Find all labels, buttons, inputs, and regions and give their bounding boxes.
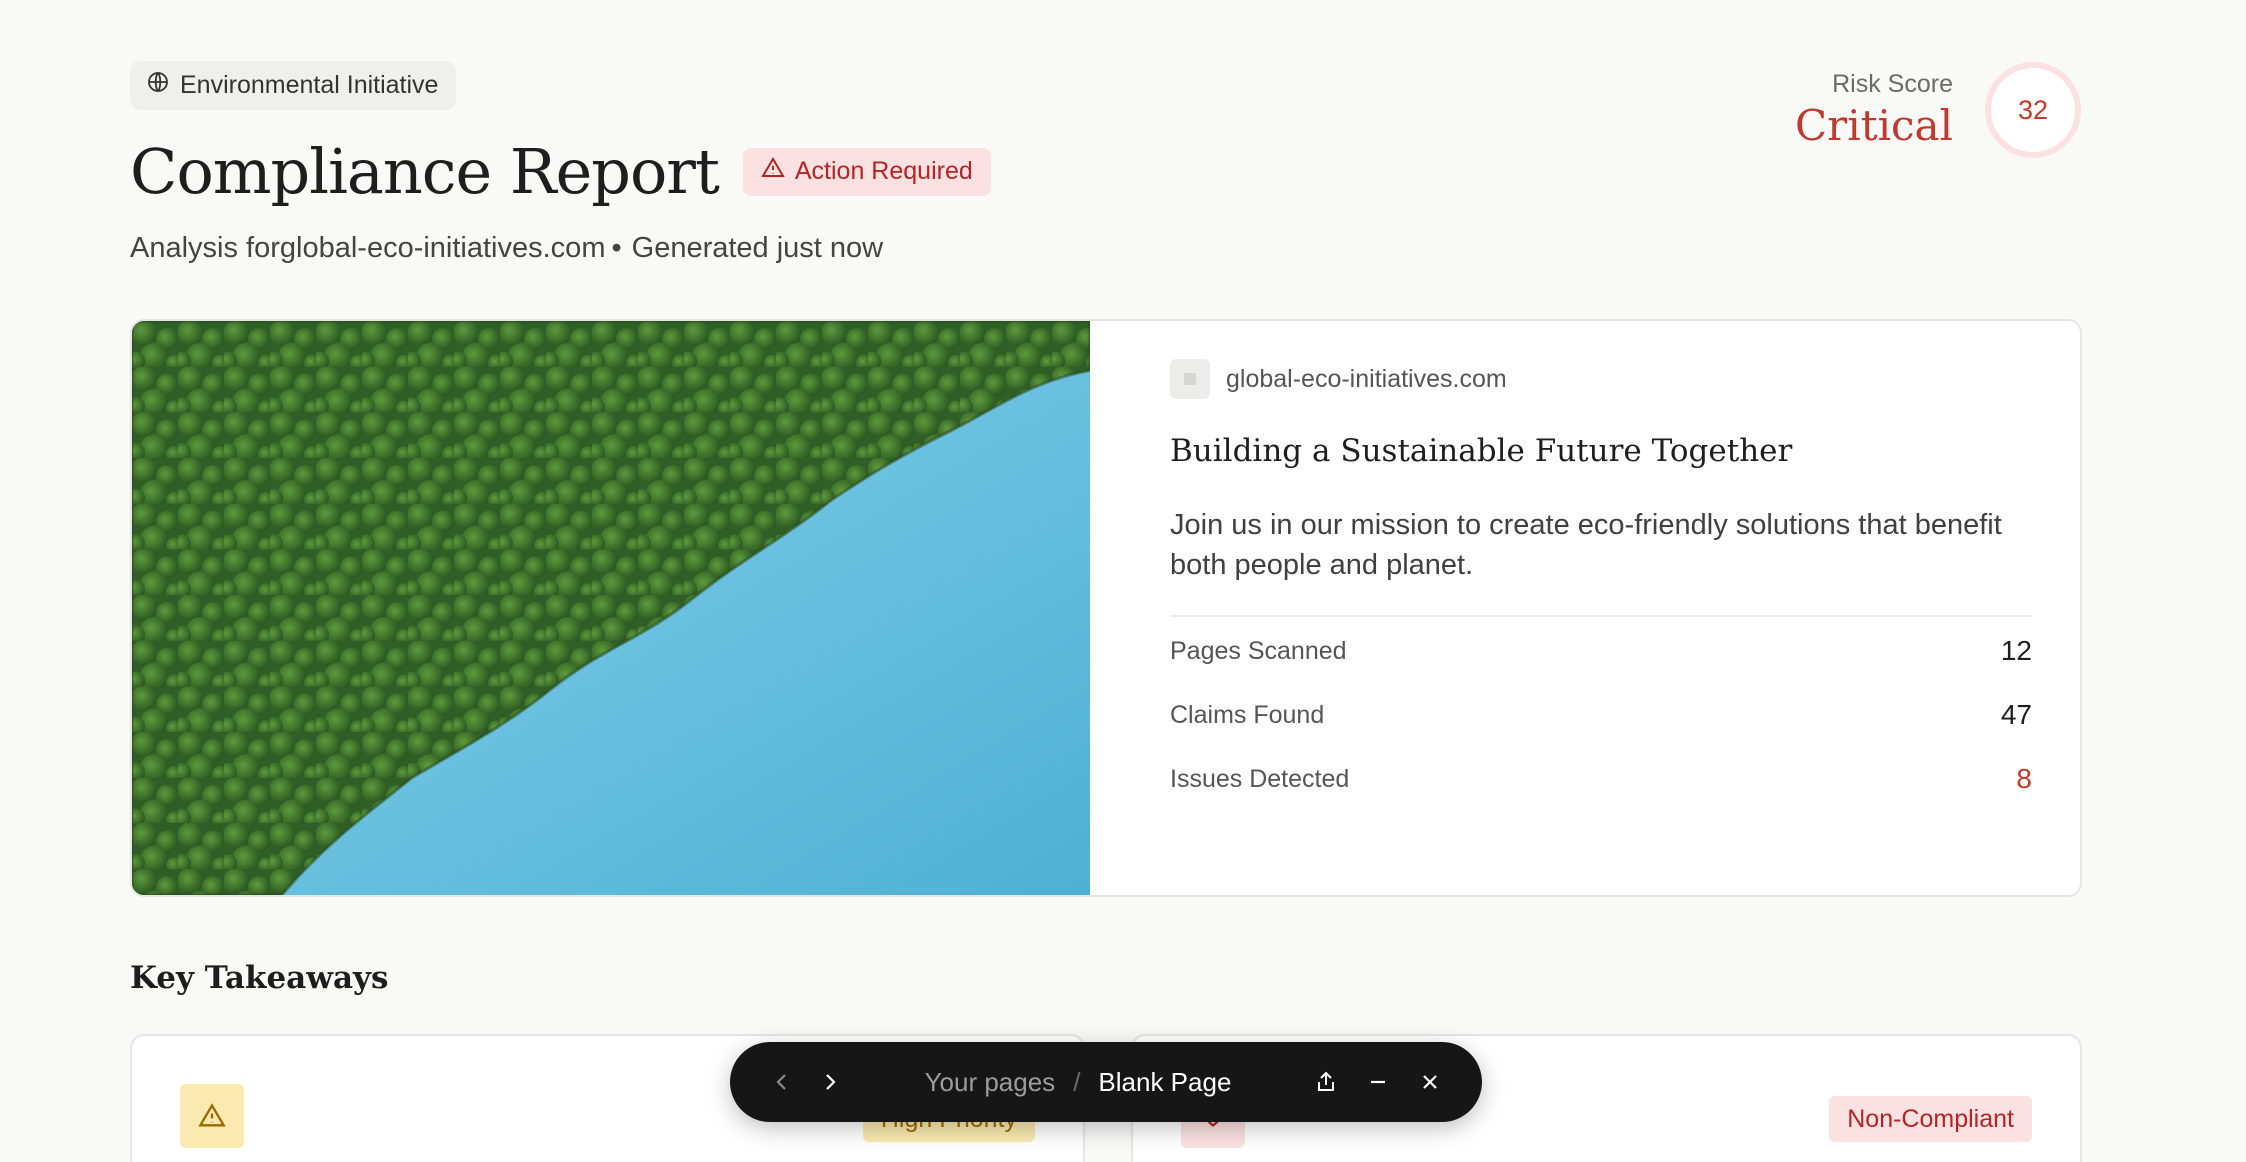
favicon-icon [1170,359,1210,399]
stat-label: Pages Scanned [1170,636,1347,665]
risk-score-label: Risk Score [1832,70,1953,98]
risk-score-circle: 32 [1985,62,2081,158]
chevron-left-icon [776,1074,786,1090]
site-description: Join us in our mission to create eco-fri… [1170,509,2002,581]
back-button[interactable] [758,1058,806,1106]
globe-icon [146,70,170,101]
alert-triangle-icon [761,156,785,187]
analysis-text: Analysis forglobal-eco-initiatives.com [130,232,606,264]
breadcrumb-current-page: Blank Page [1098,1066,1232,1097]
initiative-pill: Environmental Initiative [130,61,457,110]
stat-value: 47 [2000,699,2032,730]
share-button[interactable] [1302,1058,1350,1106]
stat-label: Claims Found [1170,700,1325,729]
stat-value: 12 [2000,635,2032,666]
key-takeaways-title: Key Takeaways [130,960,389,996]
minus-icon [1371,1080,1385,1084]
non-compliant-badge: Non-Compliant [1829,1096,2032,1142]
risk-score-panel: Risk Score Critical 32 [1795,62,2081,158]
site-headline: Building a Sustainable Future Together [1170,433,1793,469]
stat-label: Issues Detected [1170,764,1350,793]
initiative-label: Environmental Initiative [180,71,439,99]
generated-text: Generated just now [631,232,884,264]
action-required-badge: Action Required [742,147,991,196]
subtitle-separator: • [611,232,622,264]
floating-toolbar: Your pages / Blank Page [730,1042,1482,1122]
stat-row-issues-detected: Issues Detected 8 [1170,747,2032,811]
warning-icon [180,1084,244,1148]
forward-button[interactable] [806,1058,854,1106]
report-subtitle: Analysis forglobal-eco-initiatives.com •… [130,232,883,265]
stat-row-claims-found: Claims Found 47 [1170,683,2032,747]
breadcrumb-your-pages[interactable]: Your pages [925,1067,1056,1098]
scan-stats: Pages Scanned 12 Claims Found 47 Issues … [1170,619,2032,811]
divider [1170,615,2032,617]
title-row: Compliance Report Action Required [130,135,991,208]
page-title: Compliance Report [130,135,720,208]
risk-level: Critical [1795,101,1953,150]
close-button[interactable] [1406,1058,1454,1106]
site-domain: global-eco-initiatives.com [1226,364,1507,393]
breadcrumb: Your pages / Blank Page [854,1067,1302,1098]
share-icon [1318,1071,1334,1091]
minimize-button[interactable] [1354,1058,1402,1106]
action-badge-label: Action Required [794,157,973,185]
chevron-right-icon [826,1074,836,1090]
site-info-panel: global-eco-initiatives.com Building a Su… [1090,321,2080,895]
close-icon [1423,1075,1437,1089]
site-preview-card: global-eco-initiatives.com Building a Su… [130,319,2082,897]
stat-row-pages-scanned: Pages Scanned 12 [1170,619,2032,683]
breadcrumb-separator: / [1073,1066,1081,1097]
site-hero-image [132,321,1090,895]
stat-value: 8 [2016,763,2032,794]
